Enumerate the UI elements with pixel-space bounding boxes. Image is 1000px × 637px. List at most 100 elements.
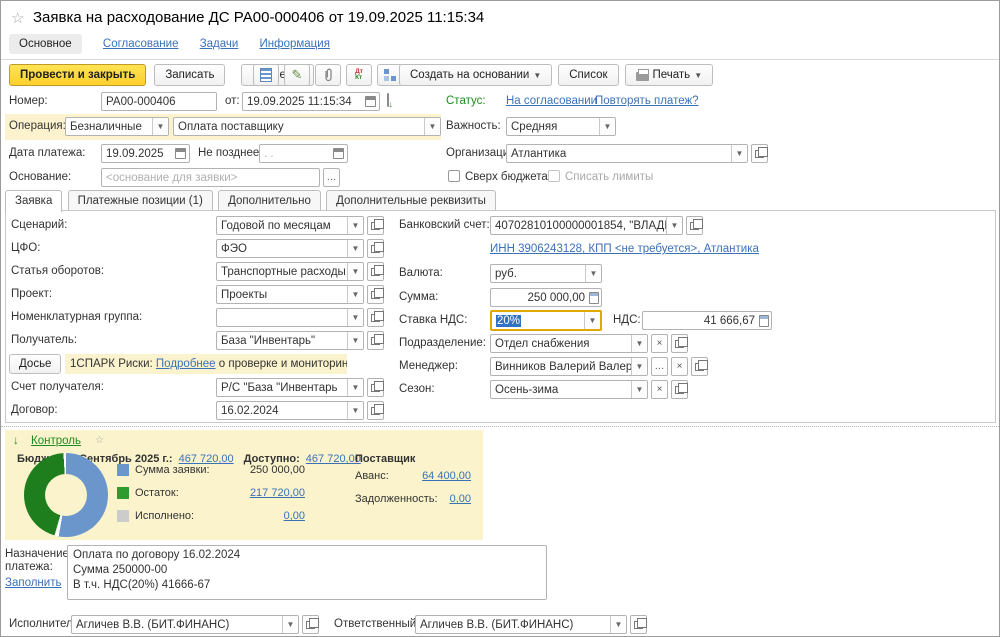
vat-rate-select[interactable]: 20% ▼ <box>490 310 602 331</box>
tab-additional[interactable]: Дополнительно <box>218 190 321 210</box>
project-select[interactable]: Проекты▼ <box>216 285 364 304</box>
chevron-down-icon[interactable]: ▼ <box>610 616 626 633</box>
document-movements-button[interactable] <box>253 64 279 86</box>
chevron-down-icon[interactable]: ▼ <box>599 118 615 135</box>
set-current-date-button[interactable]: ↓ <box>387 94 389 106</box>
write-off-limits-checkbox[interactable] <box>548 170 560 182</box>
tab-request[interactable]: Заявка <box>5 190 62 212</box>
inn-kpp-link[interactable]: ИНН 3906243128, КПП <не требуется>, Атла… <box>490 243 759 255</box>
turnover-item-select[interactable]: Транспортные расходы▼ <box>216 262 364 281</box>
datetime-input[interactable]: 19.09.2025 11:15:34 <box>242 92 380 111</box>
collapse-arrow-icon[interactable]: ↓ <box>13 435 19 447</box>
available-value-link[interactable]: 467 720,00 <box>306 453 361 465</box>
tab-additional-attrs[interactable]: Дополнительные реквизиты <box>326 190 496 210</box>
season-select[interactable]: Осень-зима▼ <box>490 380 648 399</box>
tab-payment-positions[interactable]: Платежные позиции (1) <box>68 190 213 210</box>
executor-select[interactable]: Агличев В.В. (БИТ.ФИНАНС)▼ <box>71 615 299 634</box>
organization-select[interactable]: Атлантика▼ <box>506 144 748 163</box>
spark-more-link[interactable]: Подробнее <box>156 358 216 370</box>
chevron-down-icon[interactable]: ▼ <box>282 616 298 633</box>
chevron-down-icon[interactable]: ▼ <box>347 240 363 257</box>
debt-value-link[interactable]: 0,00 <box>377 493 471 505</box>
scenario-select[interactable]: Годовой по месяцам▼ <box>216 216 364 235</box>
chevron-down-icon[interactable]: ▼ <box>347 402 363 419</box>
post-and-close-button[interactable]: Провести и закрыть <box>9 64 146 86</box>
responsible-open-button[interactable] <box>630 615 647 634</box>
currency-select[interactable]: руб.▼ <box>490 264 602 283</box>
recipient-open-button[interactable] <box>367 331 384 350</box>
basis-input[interactable]: <основание для заявки> <box>101 168 320 187</box>
department-clear-button[interactable]: × <box>651 334 668 353</box>
write-button[interactable]: Записать <box>154 64 225 86</box>
vat-amount-input[interactable]: 41 666,67 <box>642 311 772 330</box>
chevron-down-icon[interactable]: ▼ <box>152 118 168 135</box>
calendar-icon[interactable] <box>175 148 186 159</box>
chevron-down-icon[interactable]: ▼ <box>631 381 647 398</box>
print-button[interactable]: Печать▼ <box>625 64 714 86</box>
bank-account-open-button[interactable] <box>686 216 703 235</box>
chevron-down-icon[interactable]: ▼ <box>424 118 440 135</box>
recipient-account-open-button[interactable] <box>367 378 384 397</box>
list-button[interactable]: Список <box>558 64 618 86</box>
season-clear-button[interactable]: × <box>651 380 668 399</box>
calendar-icon[interactable] <box>333 148 344 159</box>
over-budget-checkbox[interactable] <box>448 170 460 182</box>
nav-tab-info[interactable]: Информация <box>260 38 330 50</box>
payment-date-input[interactable]: 19.09.2025 <box>101 144 190 163</box>
legend-remainder-value-link[interactable]: 217 720,00 <box>215 487 305 499</box>
set-status-button[interactable]: ✎ <box>284 64 310 86</box>
calendar-icon[interactable] <box>365 96 376 107</box>
operation-type-select[interactable]: Безналичные▼ <box>65 117 169 136</box>
nav-tab-approval[interactable]: Согласование <box>103 38 179 50</box>
chevron-down-icon[interactable]: ▼ <box>347 309 363 326</box>
nomenclature-group-select[interactable]: ▼ <box>216 308 364 327</box>
season-open-button[interactable] <box>671 380 688 399</box>
amount-input[interactable]: 250 000,00 <box>490 288 602 307</box>
recipient-select[interactable]: База "Инвентарь"▼ <box>216 331 364 350</box>
chevron-down-icon[interactable]: ▼ <box>347 263 363 280</box>
chevron-down-icon[interactable]: ▼ <box>347 379 363 396</box>
chevron-down-icon[interactable]: ▼ <box>666 217 682 234</box>
favorite-star-icon[interactable]: ☆ <box>11 9 24 27</box>
department-open-button[interactable] <box>671 334 688 353</box>
organization-open-button[interactable] <box>751 144 768 163</box>
chevron-down-icon[interactable]: ▼ <box>347 286 363 303</box>
chevron-down-icon[interactable]: ▼ <box>631 358 647 375</box>
chevron-down-icon[interactable]: ▼ <box>347 217 363 234</box>
project-open-button[interactable] <box>367 285 384 304</box>
pin-star-icon[interactable]: ☆ <box>95 435 104 446</box>
chevron-down-icon[interactable]: ▼ <box>584 312 600 329</box>
nomenclature-group-open-button[interactable] <box>367 308 384 327</box>
nav-tab-tasks[interactable]: Задачи <box>200 38 239 50</box>
importance-select[interactable]: Средняя▼ <box>506 117 616 136</box>
operation-kind-select[interactable]: Оплата поставщику▼ <box>173 117 441 136</box>
number-input[interactable]: РА00-000406 <box>101 92 217 111</box>
fill-link[interactable]: Заполнить <box>5 577 61 589</box>
executor-open-button[interactable] <box>302 615 319 634</box>
payment-purpose-textarea[interactable]: Оплата по договору 16.02.2024 Сумма 2500… <box>67 545 547 600</box>
cfo-select[interactable]: ФЭО▼ <box>216 239 364 258</box>
turnover-item-open-button[interactable] <box>367 262 384 281</box>
manager-choose-button[interactable]: … <box>651 357 668 376</box>
postings-button[interactable]: ДтКт <box>346 64 372 86</box>
calculator-icon[interactable] <box>589 292 599 304</box>
attachments-button[interactable] <box>315 64 341 86</box>
manager-clear-button[interactable]: × <box>671 357 688 376</box>
nav-tab-main[interactable]: Основное <box>9 34 82 54</box>
manager-open-button[interactable] <box>691 357 708 376</box>
advance-value-link[interactable]: 64 400,00 <box>377 470 471 482</box>
status-link[interactable]: На согласовании <box>506 95 597 107</box>
basis-choose-button[interactable]: … <box>323 168 340 187</box>
not-later-input[interactable]: . . <box>259 144 348 163</box>
responsible-select[interactable]: Агличев В.В. (БИТ.ФИНАНС)▼ <box>415 615 627 634</box>
create-based-on-button[interactable]: Создать на основании▼ <box>399 64 552 86</box>
recipient-account-select[interactable]: Р/С "База "Инвентарь▼ <box>216 378 364 397</box>
manager-select[interactable]: Винников Валерий Валерьевич▼ <box>490 357 648 376</box>
contract-select[interactable]: 16.02.2024▼ <box>216 401 364 420</box>
chevron-down-icon[interactable]: ▼ <box>347 332 363 349</box>
control-link[interactable]: Контроль <box>31 435 81 447</box>
legend-executed-value-link[interactable]: 0,00 <box>215 510 305 522</box>
department-select[interactable]: Отдел снабжения▼ <box>490 334 648 353</box>
cfo-open-button[interactable] <box>367 239 384 258</box>
dossier-button[interactable]: Досье <box>9 354 61 374</box>
